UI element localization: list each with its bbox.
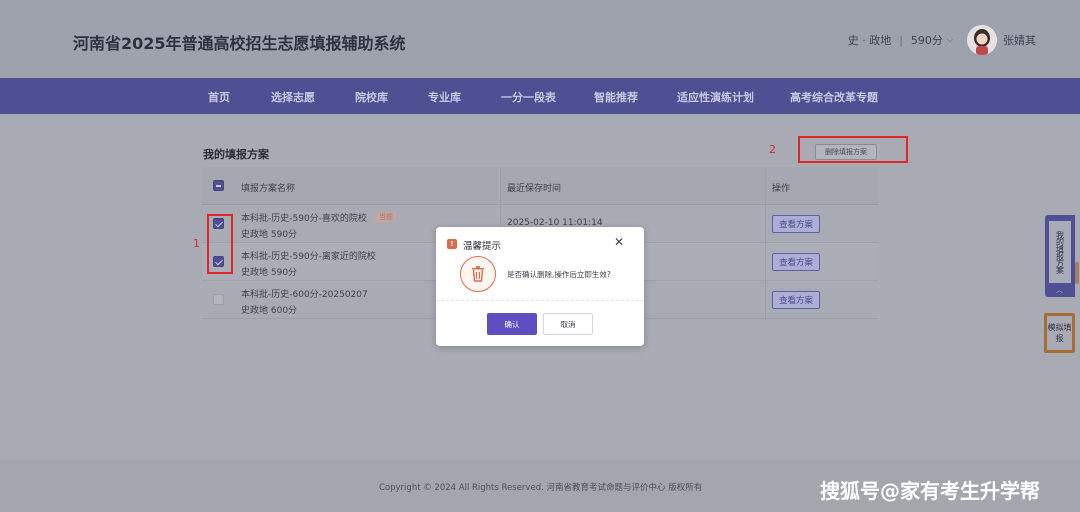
nav-item-practice-plan[interactable]: 适应性演练计划 <box>677 89 754 105</box>
dialog-message: 是否确认删除,操作后立即生效? <box>507 270 611 279</box>
plan-subtitle: 史政地 600分 <box>241 306 298 316</box>
my-plans-side-tab[interactable]: 我的填报方案 ︿ <box>1045 215 1075 297</box>
scrollbar-thumb[interactable] <box>1075 262 1079 284</box>
nav-item-score-table[interactable]: 一分一段表 <box>501 89 556 105</box>
copyright-text: Copyright © 2024 All Rights Reserved. 河南… <box>379 483 703 493</box>
annotation-box-delete <box>798 136 908 163</box>
current-badge: 当前 <box>375 211 397 223</box>
column-divider <box>765 167 766 320</box>
footer: Copyright © 2024 All Rights Reserved. 河南… <box>0 460 1080 512</box>
user-info-bar: 史 · 政地 | 590分 ⌵ 张婧其 <box>848 22 1036 58</box>
chevron-up-icon: ︿ <box>1056 286 1063 294</box>
warning-icon: ! <box>447 239 457 249</box>
site-title: 河南省2025年普通高校招生志愿填报辅助系统 <box>73 34 406 53</box>
annotation-label-1: 1 <box>193 237 200 250</box>
separator: | <box>899 33 903 47</box>
column-header-actions: 操作 <box>772 184 791 194</box>
chevron-down-icon[interactable]: ⌵ <box>947 35 953 45</box>
annotation-label-2: 2 <box>769 143 776 156</box>
nav-item-choose-volunteer[interactable]: 选择志愿 <box>271 89 315 105</box>
nav-item-home[interactable]: 首页 <box>208 89 230 105</box>
plan-subtitle: 史政地 590分 <box>241 268 298 278</box>
annotation-box-checkboxes <box>207 214 233 274</box>
view-plan-button[interactable]: 查看方案 <box>772 253 820 271</box>
cancel-button[interactable]: 取消 <box>543 313 593 335</box>
view-plan-button[interactable]: 查看方案 <box>772 291 820 309</box>
watermark: 搜狐号@家有考生升学帮 <box>820 479 1040 503</box>
close-icon[interactable]: ✕ <box>614 235 624 249</box>
mock-fill-side-tab[interactable]: 模拟填报 <box>1044 313 1075 353</box>
confirm-button[interactable]: 确认 <box>487 313 537 335</box>
plan-subtitle: 史政地 590分 <box>241 230 298 240</box>
subject-combination: 史 · 政地 <box>847 34 892 47</box>
plan-name: 本科批-历史-590分-离家近的院校 <box>241 252 376 262</box>
trash-icon <box>460 256 496 292</box>
my-plans-side-tab-label: 我的填报方案 <box>1049 221 1071 283</box>
username[interactable]: 张婧其 <box>1003 32 1036 48</box>
plan-name: 本科批-历史-600分-20250207 <box>241 290 368 300</box>
row-checkbox[interactable] <box>213 294 224 305</box>
score-selector[interactable]: 590分 <box>911 32 943 48</box>
column-header-name: 填报方案名称 <box>241 184 296 194</box>
nav-item-smart-recommend[interactable]: 智能推荐 <box>594 89 638 105</box>
main-nav: 首页 选择志愿 院校库 专业库 一分一段表 智能推荐 适应性演练计划 高考综合改… <box>0 78 1080 114</box>
table-header: 填报方案名称 最近保存时间 操作 <box>202 167 878 205</box>
nav-item-college-library[interactable]: 院校库 <box>355 89 388 105</box>
avatar[interactable] <box>967 25 997 55</box>
plan-name: 本科批-历史-590分-喜欢的院校 <box>241 214 367 224</box>
dialog-divider <box>436 300 644 301</box>
nav-item-reform-topic[interactable]: 高考综合改革专题 <box>790 89 878 105</box>
view-plan-button[interactable]: 查看方案 <box>772 215 820 233</box>
nav-item-major-library[interactable]: 专业库 <box>428 89 461 105</box>
confirm-delete-dialog: ! 温馨提示 ✕ 是否确认删除,操作后立即生效? 确认 取消 <box>436 227 644 346</box>
dialog-title: 温馨提示 <box>463 241 502 252</box>
column-header-saved-time: 最近保存时间 <box>507 184 562 194</box>
select-all-checkbox[interactable] <box>213 180 224 191</box>
section-title: 我的填报方案 <box>203 148 269 161</box>
site-header: 河南省2025年普通高校招生志愿填报辅助系统 史 · 政地 | 590分 ⌵ 张… <box>0 0 1080 78</box>
